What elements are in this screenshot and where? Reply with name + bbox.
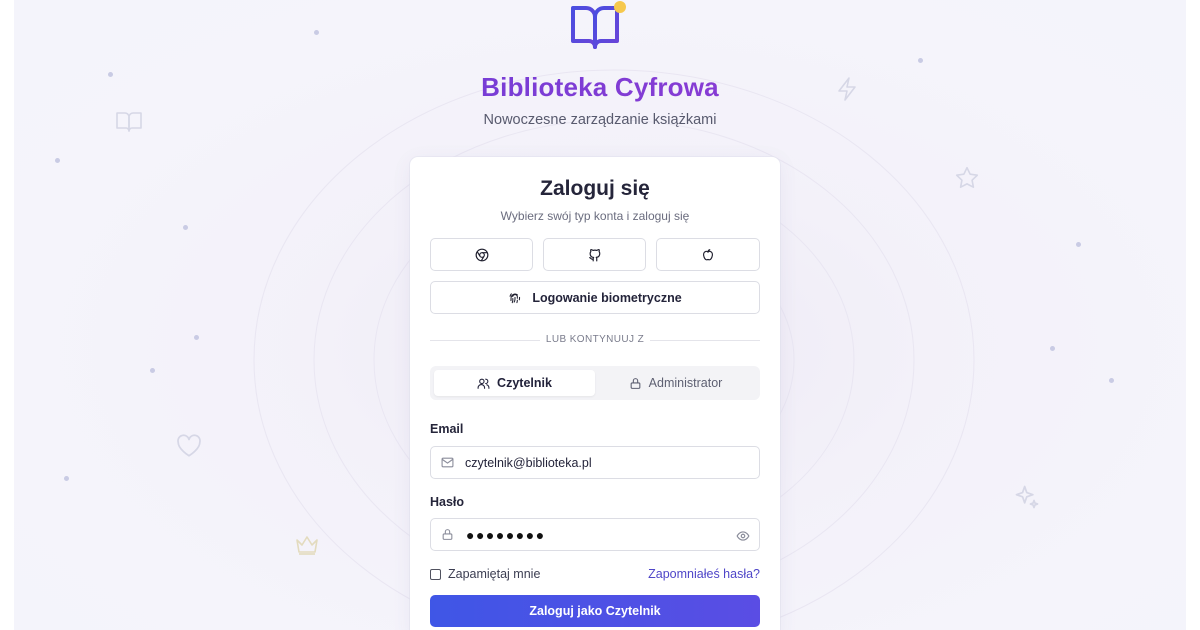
divider-right	[650, 340, 760, 341]
lock-icon	[442, 529, 453, 540]
apple-icon	[703, 248, 713, 260]
app-title: Biblioteka Cyfrowa	[14, 72, 1186, 103]
bg-dot	[183, 225, 188, 230]
users-icon	[477, 378, 490, 389]
account-type-tabs: Czytelnik Administrator	[430, 366, 760, 400]
bg-dot	[1050, 346, 1055, 351]
tab-reader[interactable]: Czytelnik	[434, 370, 595, 396]
heart-outline-icon	[177, 434, 201, 457]
fingerprint-icon	[509, 292, 521, 303]
crown-outline-icon	[296, 536, 318, 555]
book-logo-icon	[571, 1, 626, 49]
bg-dot	[64, 476, 69, 481]
email-label: Email	[430, 422, 464, 436]
login-submit-button[interactable]: Zaloguj jako Czytelnik	[430, 595, 760, 627]
github-login-button[interactable]	[543, 238, 646, 271]
remember-label: Zapamiętaj mnie	[448, 567, 541, 581]
forgot-password-link[interactable]: Zapomniałeś hasła?	[648, 567, 760, 581]
email-field[interactable]: czytelnik@biblioteka.pl	[430, 446, 760, 479]
login-card: Zaloguj się Wybierz swój typ konta i zal…	[410, 157, 780, 630]
email-value: czytelnik@biblioteka.pl	[465, 455, 592, 470]
app-subtitle: Nowoczesne zarządzanie książkami	[483, 112, 717, 128]
google-login-button[interactable]	[430, 238, 533, 271]
bg-dot	[1076, 242, 1081, 247]
biometric-label: Logowanie biometryczne	[532, 290, 682, 305]
chrome-icon	[475, 248, 488, 261]
biometric-login-button[interactable]: Logowanie biometryczne	[430, 281, 760, 314]
remember-me[interactable]: Zapamiętaj mnie	[430, 567, 540, 581]
password-value: ●●●●●●●●	[466, 526, 546, 543]
bg-dot	[55, 158, 60, 163]
tab-reader-label: Czytelnik	[497, 376, 552, 390]
page-background: Biblioteka Cyfrowa Nowoczesne zarządzani…	[14, 0, 1186, 630]
star-outline-icon	[955, 166, 979, 189]
login-subtitle: Wybierz swój typ konta i zaloguj się	[500, 209, 690, 223]
bg-dot	[918, 58, 923, 63]
tab-administrator-label: Administrator	[648, 376, 723, 390]
sparkles-outline-icon	[1015, 485, 1039, 509]
apple-login-button[interactable]	[656, 238, 760, 271]
mail-icon	[441, 457, 454, 468]
lock-icon	[630, 377, 641, 389]
remember-checkbox[interactable]	[430, 568, 441, 580]
bg-dot	[314, 30, 319, 35]
github-icon	[588, 248, 600, 261]
password-label: Hasło	[430, 495, 465, 509]
eye-icon[interactable]	[736, 529, 750, 543]
password-field[interactable]: ●●●●●●●●	[430, 518, 760, 551]
bg-dot	[1109, 378, 1114, 383]
login-title: Zaloguj się	[540, 177, 650, 200]
bg-dot	[194, 335, 199, 340]
tab-administrator[interactable]: Administrator	[595, 370, 756, 396]
bg-dot	[150, 368, 155, 373]
